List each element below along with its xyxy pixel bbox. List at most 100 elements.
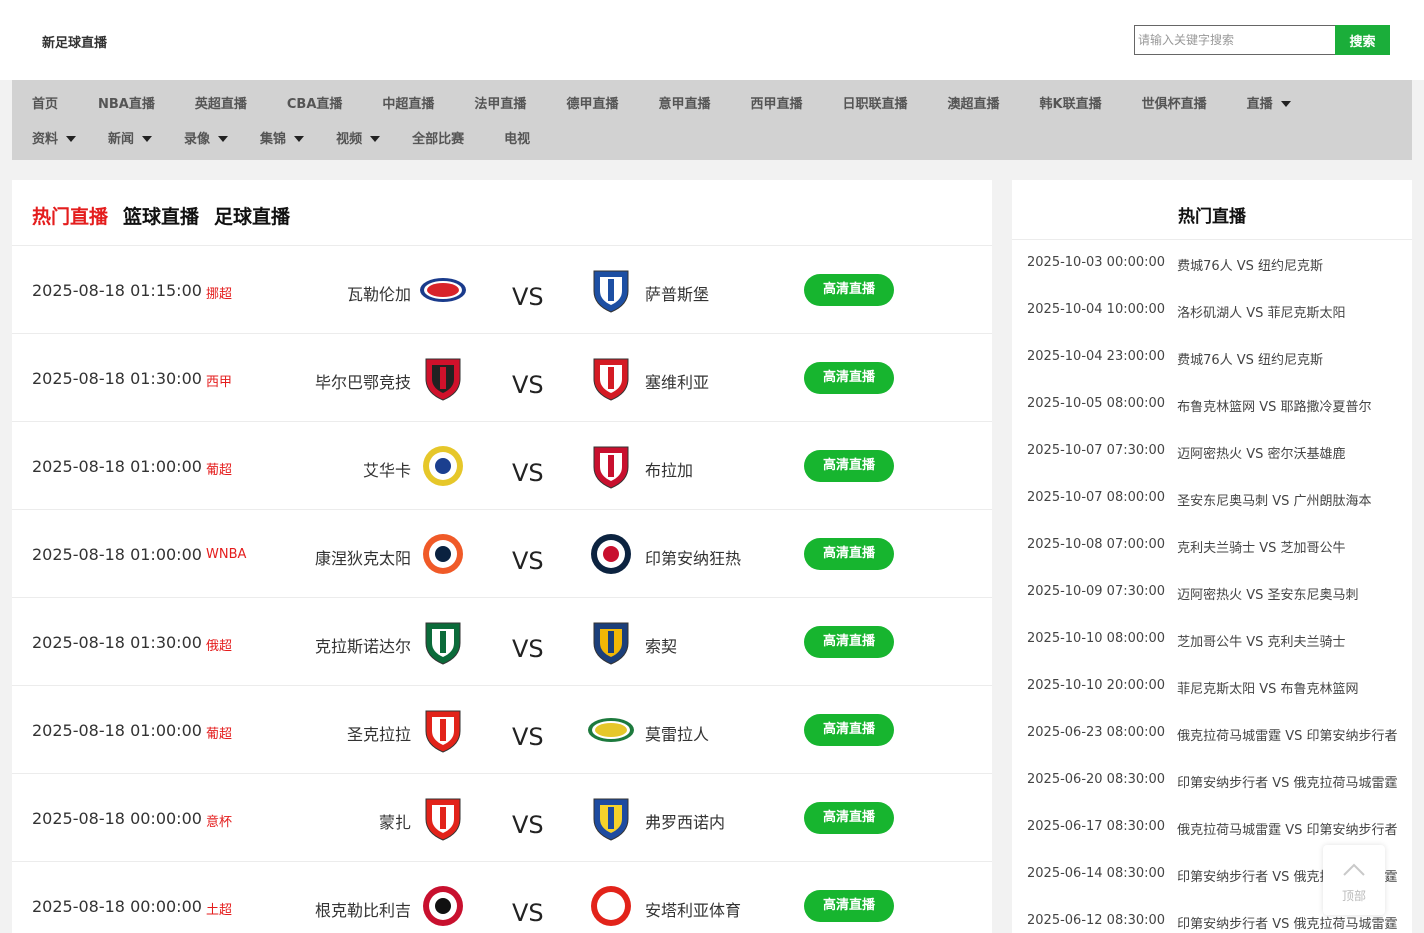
match-row[interactable]: 2025-08-18 01:00:00 葡超 艾华卡 VS 布拉加 高清直播 [12, 422, 992, 510]
league-label[interactable]: 葡超 [206, 459, 232, 478]
nav-item-row2-1[interactable]: 新闻 [108, 128, 153, 147]
nav-item-row1-1[interactable]: NBA直播 [98, 93, 155, 112]
away-team-logo[interactable] [586, 881, 636, 931]
away-team-name[interactable]: 萨普斯堡 [645, 281, 709, 305]
away-team-logo[interactable] [586, 793, 636, 843]
nav-item-row1-4[interactable]: 中超直播 [382, 93, 434, 112]
nav-item-row1-2[interactable]: 英超直播 [195, 93, 247, 112]
sidebar-match-item[interactable]: 2025-10-07 08:00:00 圣安东尼奥马刺 VS 广州朗肽海本 [1027, 490, 1372, 510]
sidebar-match-item[interactable]: 2025-06-17 08:30:00 俄克拉荷马城雷霆 VS 印第安纳步行者 [1027, 819, 1398, 839]
nav-item-row1-12[interactable]: 世俱杯直播 [1142, 93, 1207, 112]
sidebar-match-item[interactable]: 2025-06-23 08:00:00 俄克拉荷马城雷霆 VS 印第安纳步行者 [1027, 725, 1398, 745]
league-label[interactable]: 西甲 [206, 371, 232, 390]
league-label[interactable]: 挪超 [206, 283, 232, 302]
sidebar-match-item[interactable]: 2025-10-09 07:30:00 迈阿密热火 VS 圣安东尼奥马刺 [1027, 584, 1359, 604]
sidebar-match-item[interactable]: 2025-10-04 10:00:00 洛杉矶湖人 VS 菲尼克斯太阳 [1027, 302, 1346, 322]
nav-item-row2-2[interactable]: 录像 [184, 128, 229, 147]
home-team-logo[interactable] [418, 529, 468, 579]
hd-live-button[interactable]: 高清直播 [804, 274, 894, 306]
match-row[interactable]: 2025-08-18 00:00:00 意杯 蒙扎 VS 弗罗西诺内 高清直播 [12, 774, 992, 862]
sidebar-match-item[interactable]: 2025-10-10 08:00:00 芝加哥公牛 VS 克利夫兰骑士 [1027, 631, 1346, 651]
nav-item-row1-5[interactable]: 法甲直播 [474, 93, 526, 112]
tab-hot-live[interactable]: 热门直播 [32, 202, 108, 229]
match-row[interactable]: 2025-08-18 00:00:00 土超 根克勒比利吉 VS 安塔利亚体育 高清直播 [12, 862, 992, 933]
home-team-name[interactable]: 克拉斯诺达尔 [315, 633, 411, 657]
home-team-name[interactable]: 毕尔巴鄂竞技 [315, 369, 411, 393]
hd-live-button[interactable]: 高清直播 [804, 890, 894, 922]
nav-item-row2-6[interactable]: 电视 [504, 128, 530, 147]
sidebar-match-item[interactable]: 2025-10-04 23:00:00 费城76人 VS 纽约尼克斯 [1027, 349, 1323, 369]
league-label[interactable]: 土超 [206, 899, 232, 918]
away-team-name[interactable]: 塞维利亚 [645, 369, 709, 393]
hd-live-button[interactable]: 高清直播 [804, 450, 894, 482]
sidebar-match-item[interactable]: 2025-10-08 07:00:00 克利夫兰骑士 VS 芝加哥公牛 [1027, 537, 1346, 557]
nav-item-row2-5[interactable]: 全部比赛 [412, 128, 464, 147]
hd-live-button[interactable]: 高清直播 [804, 362, 894, 394]
vs-label: VS [512, 283, 544, 311]
sidebar-match-item[interactable]: 2025-06-20 08:30:00 印第安纳步行者 VS 俄克拉荷马城雷霆 [1027, 772, 1398, 792]
sidebar-match-item[interactable]: 2025-10-05 08:00:00 布鲁克林篮网 VS 耶路撒冷夏普尔 [1027, 396, 1372, 416]
home-team-logo[interactable] [418, 353, 468, 403]
home-team-name[interactable]: 康涅狄克太阳 [315, 545, 411, 569]
nav-item-row1-7[interactable]: 意甲直播 [658, 93, 710, 112]
sidebar-match-item[interactable]: 2025-10-03 00:00:00 费城76人 VS 纽约尼克斯 [1027, 255, 1323, 275]
home-team-name[interactable]: 蒙扎 [379, 809, 411, 833]
nav-item-row1-13[interactable]: 直播 [1247, 93, 1291, 112]
away-team-logo[interactable] [586, 529, 636, 579]
away-team-name[interactable]: 莫雷拉人 [645, 721, 709, 745]
nav-item-row1-3[interactable]: CBA直播 [287, 93, 343, 112]
genclerbirligi-crest-icon [423, 886, 463, 926]
search-button[interactable]: 搜索 [1335, 25, 1390, 55]
away-team-logo[interactable] [586, 705, 636, 755]
site-title[interactable]: 新足球直播 [42, 32, 107, 51]
match-row[interactable]: 2025-08-18 01:30:00 西甲 毕尔巴鄂竞技 VS 塞维利亚 高清直播 [12, 334, 992, 422]
away-team-name[interactable]: 索契 [645, 633, 677, 657]
home-team-name[interactable]: 圣克拉拉 [347, 721, 411, 745]
league-label[interactable]: 意杯 [206, 811, 232, 830]
home-team-logo[interactable] [418, 617, 468, 667]
away-team-logo[interactable] [586, 617, 636, 667]
match-row[interactable]: 2025-08-18 01:00:00 葡超 圣克拉拉 VS 莫雷拉人 高清直播 [12, 686, 992, 774]
nav-item-row2-3[interactable]: 集锦 [260, 128, 305, 147]
away-team-logo[interactable] [586, 353, 636, 403]
home-team-logo[interactable] [418, 881, 468, 931]
match-row[interactable]: 2025-08-18 01:30:00 俄超 克拉斯诺达尔 VS 索契 高清直播 [12, 598, 992, 686]
sidebar-match-item[interactable]: 2025-10-07 07:30:00 迈阿密热火 VS 密尔沃基雄鹿 [1027, 443, 1346, 463]
away-team-name[interactable]: 弗罗西诺内 [645, 809, 725, 833]
home-team-logo[interactable] [418, 265, 468, 315]
nav-item-row1-11[interactable]: 韩K联直播 [1040, 93, 1102, 112]
hd-live-button[interactable]: 高清直播 [804, 626, 894, 658]
home-team-logo[interactable] [418, 441, 468, 491]
hd-live-button[interactable]: 高清直播 [804, 714, 894, 746]
league-label[interactable]: WNBA [206, 547, 246, 562]
back-to-top-button[interactable]: 顶部 [1323, 845, 1385, 915]
away-team-logo[interactable] [586, 265, 636, 315]
nav-item-row1-9[interactable]: 日职联直播 [842, 93, 907, 112]
sidebar-match-item[interactable]: 2025-10-10 20:00:00 菲尼克斯太阳 VS 布鲁克林篮网 [1027, 678, 1359, 698]
home-team-logo[interactable] [418, 793, 468, 843]
league-label[interactable]: 葡超 [206, 723, 232, 742]
sidebar-match-item[interactable]: 2025-06-12 08:30:00 印第安纳步行者 VS 俄克拉荷马城雷霆 [1027, 913, 1398, 933]
nav-item-row1-0[interactable]: 首页 [32, 93, 58, 112]
search-input[interactable] [1134, 25, 1335, 55]
hd-live-button[interactable]: 高清直播 [804, 802, 894, 834]
match-row[interactable]: 2025-08-18 01:15:00 挪超 瓦勒伦加 VS 萨普斯堡 高清直播 [12, 246, 992, 334]
home-team-name[interactable]: 艾华卡 [363, 457, 411, 481]
nav-item-row2-0[interactable]: 资料 [32, 128, 77, 147]
away-team-name[interactable]: 安塔利亚体育 [645, 897, 741, 921]
match-row[interactable]: 2025-08-18 01:00:00 WNBA 康涅狄克太阳 VS 印第安纳狂热 高清直… [12, 510, 992, 598]
home-team-name[interactable]: 瓦勒伦加 [347, 281, 411, 305]
nav-item-row2-4[interactable]: 视频 [336, 128, 381, 147]
home-team-name[interactable]: 根克勒比利吉 [315, 897, 411, 921]
league-label[interactable]: 俄超 [206, 635, 232, 654]
hd-live-button[interactable]: 高清直播 [804, 538, 894, 570]
away-team-name[interactable]: 印第安纳狂热 [645, 545, 741, 569]
away-team-logo[interactable] [586, 441, 636, 491]
nav-item-row1-8[interactable]: 西甲直播 [750, 93, 802, 112]
tab-football-live[interactable]: 足球直播 [214, 202, 290, 229]
away-team-name[interactable]: 布拉加 [645, 457, 693, 481]
home-team-logo[interactable] [418, 705, 468, 755]
tab-basketball-live[interactable]: 篮球直播 [123, 202, 199, 229]
nav-item-row1-6[interactable]: 德甲直播 [566, 93, 618, 112]
nav-item-row1-10[interactable]: 澳超直播 [948, 93, 1000, 112]
